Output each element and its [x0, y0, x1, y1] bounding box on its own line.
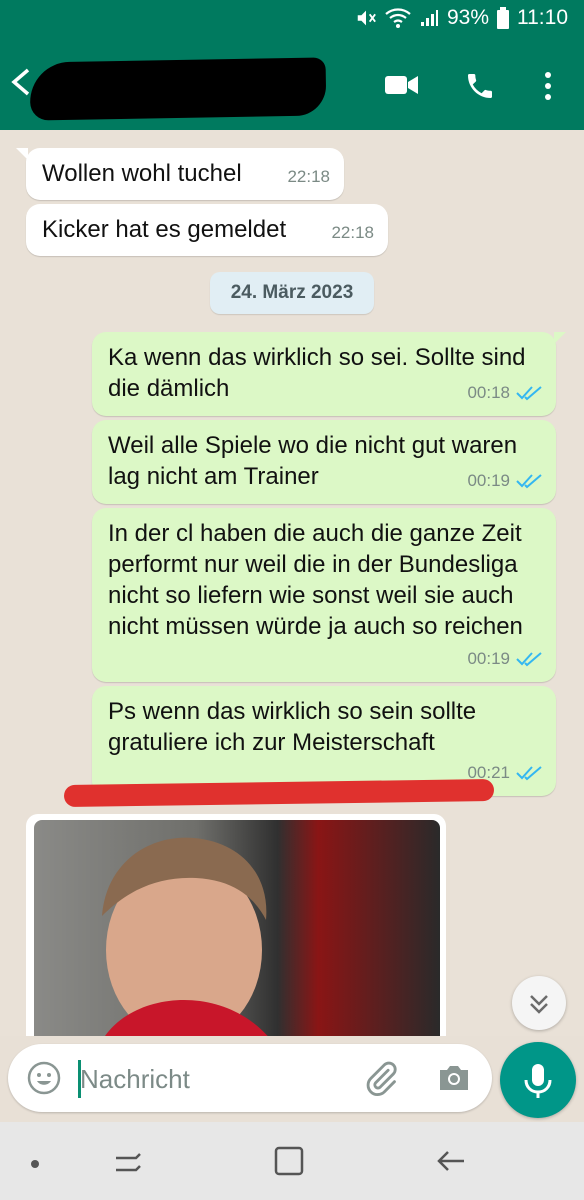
phone-icon[interactable] — [464, 70, 496, 107]
nav-home-icon[interactable] — [272, 1144, 306, 1183]
more-options-icon[interactable] — [538, 70, 558, 107]
scroll-down-button[interactable] — [512, 976, 566, 1030]
mute-icon — [357, 10, 376, 26]
message-composer[interactable]: Nachricht — [8, 1044, 492, 1112]
wifi-icon — [385, 8, 411, 28]
signal-icon — [420, 10, 438, 26]
red-scribble-line — [63, 778, 495, 808]
double-check-icon — [516, 651, 542, 666]
emoji-icon[interactable] — [26, 1060, 62, 1101]
message-text: Ps wenn das wirklich so sein sollte grat… — [108, 698, 477, 756]
battery-level: 93% — [446, 6, 489, 29]
image-message[interactable] — [26, 814, 446, 1036]
message-input[interactable]: Nachricht — [80, 1064, 190, 1095]
photo-thumbnail[interactable] — [34, 820, 440, 1036]
camera-icon[interactable] — [436, 1060, 472, 1101]
nav-dot-icon[interactable] — [30, 1156, 40, 1174]
nav-recents-icon[interactable] — [112, 1146, 144, 1183]
contact-name-redacted[interactable] — [29, 57, 327, 121]
message-incoming[interactable]: Wollen wohl tuchel 22:18 — [16, 148, 344, 200]
message-time: 00:19 — [467, 649, 510, 668]
message-incoming[interactable]: Kicker hat es gemeldet 22:18 — [26, 204, 388, 256]
date-separator: 24. März 2023 — [210, 272, 374, 314]
voice-message-button[interactable] — [500, 1042, 576, 1118]
double-check-icon — [516, 385, 542, 400]
message-text: In der cl haben die auch die ganze Zeit … — [108, 520, 523, 640]
scroll-down-icon — [530, 995, 548, 1014]
chat-header — [0, 42, 584, 130]
status-bar: 93% 11:10 — [0, 0, 584, 42]
system-nav-bar — [0, 1122, 584, 1200]
chat-area[interactable]: Wollen wohl tuchel 22:18 Kicker hat es g… — [0, 130, 584, 1036]
back-arrow-icon[interactable] — [10, 68, 32, 102]
message-outgoing[interactable]: In der cl haben die auch die ganze Zeit … — [92, 508, 556, 682]
mic-icon — [524, 1064, 552, 1098]
attach-icon[interactable] — [362, 1060, 400, 1103]
message-time: 00:19 — [467, 471, 510, 490]
message-outgoing[interactable]: Weil alle Spiele wo die nicht gut waren … — [92, 420, 556, 504]
battery-icon — [497, 7, 509, 29]
video-call-icon[interactable] — [384, 70, 420, 105]
nav-back-icon[interactable] — [434, 1144, 468, 1183]
message-time: 00:18 — [467, 383, 510, 402]
message-time: 22:18 — [287, 167, 330, 186]
double-check-icon — [516, 473, 542, 488]
message-time: 22:18 — [331, 223, 374, 242]
double-check-icon — [516, 765, 542, 780]
message-outgoing[interactable]: Ka wenn das wirklich so sei. Sollte sind… — [92, 332, 566, 416]
clock: 11:10 — [517, 6, 568, 29]
